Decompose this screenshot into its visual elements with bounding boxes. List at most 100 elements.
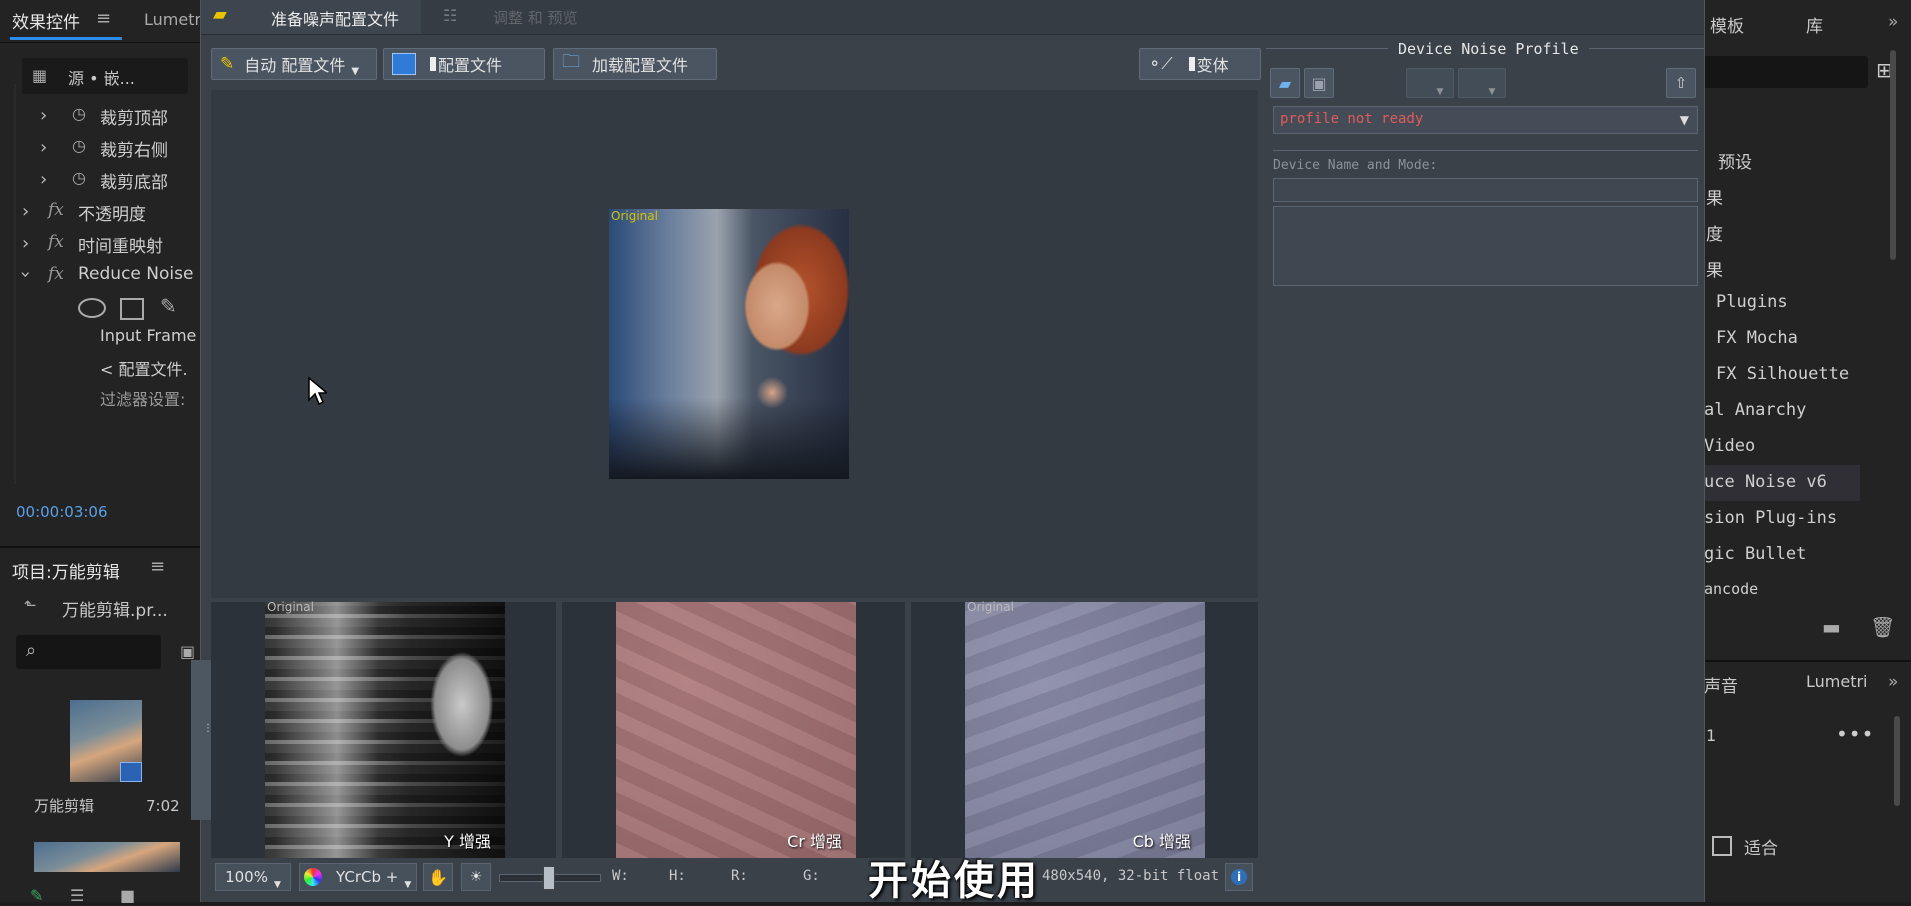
scrollbar[interactable] [1890, 50, 1896, 260]
stopwatch-icon[interactable]: ◷ [72, 136, 86, 155]
stopwatch-icon[interactable]: ◷ [72, 104, 86, 123]
effects-item[interactable]: ancode [1704, 580, 1758, 598]
effects-item[interactable]: 果 [1706, 184, 1723, 209]
profile-file-label[interactable]: < 配置文件. [100, 356, 188, 380]
cb-channel-strip[interactable]: Original Cb 增强 [911, 600, 1258, 858]
tab-prepare-noise-profile[interactable]: ▰ 准备噪声配置文件 [201, 0, 421, 34]
folder-open-icon: ▰ [1278, 73, 1292, 93]
save-profile-button[interactable]: ▣ [1304, 68, 1334, 98]
pan-tool-button[interactable]: ✋ [423, 863, 453, 891]
effects-item[interactable]: sion Plug-ins [1704, 508, 1837, 528]
ellipse-mask-icon[interactable] [78, 298, 106, 318]
profile-tools-button[interactable]: ▼ [1458, 68, 1506, 98]
variant-button[interactable]: ⚬⟋ 变体 [1139, 48, 1261, 80]
info-button[interactable]: i [1225, 863, 1253, 891]
trash-icon[interactable]: 🗑 [1870, 615, 1895, 639]
chevron-right-icon[interactable]: › [22, 233, 29, 254]
search-input[interactable]: ⌕ [16, 635, 161, 669]
load-profile-button[interactable]: 🗀 加载配置文件 [553, 48, 717, 80]
overflow-icon[interactable]: » [1888, 672, 1898, 692]
active-tab-indicator [10, 37, 122, 40]
effects-item[interactable]: Plugins [1716, 292, 1788, 312]
clip-thumbnail[interactable] [34, 842, 180, 872]
folder-up-icon[interactable]: ⬑ [24, 596, 37, 614]
more-icon[interactable]: ••• [1836, 722, 1874, 746]
effect-opacity[interactable]: 不透明度 [78, 200, 146, 225]
effects-item-reduce-noise[interactable]: uce Noise v6 [1704, 472, 1827, 492]
effects-search-input[interactable] [1700, 56, 1868, 88]
chevron-right-icon[interactable]: › [40, 169, 47, 190]
bin-icon[interactable]: ▣ [180, 642, 195, 661]
chevron-right-icon[interactable]: › [40, 137, 47, 158]
zoom-value: 100% [225, 868, 268, 886]
timecode[interactable]: 00:00:03:06 [16, 503, 108, 521]
scrollbar[interactable] [1894, 716, 1900, 806]
rectangle-mask-icon[interactable] [120, 298, 144, 320]
tab-sound[interactable]: 声音 [1704, 672, 1738, 697]
colorspace-select[interactable]: YCrCb + ▼ [299, 863, 417, 891]
tab-lumetri[interactable]: Lumetri [144, 10, 206, 29]
open-profile-button[interactable]: ▰ [1270, 68, 1300, 98]
tab-templates[interactable]: 模板 [1710, 12, 1744, 37]
overflow-icon[interactable]: » [1888, 12, 1898, 32]
tab-libraries[interactable]: 库 [1806, 12, 1823, 37]
cr-channel-strip[interactable]: Cr 增强 [562, 602, 905, 858]
lower-value: 1 [1706, 726, 1717, 745]
tab-effect-controls[interactable]: 效果控件 [12, 8, 80, 33]
chevron-right-icon[interactable]: › [22, 201, 29, 222]
effects-item[interactable]: 果 [1706, 256, 1723, 281]
fit-checkbox[interactable] [1712, 836, 1732, 856]
profile-button[interactable]: 配置文件 [383, 48, 545, 80]
effects-item[interactable]: FX Mocha [1716, 328, 1798, 348]
effects-item[interactable]: Video [1704, 436, 1755, 456]
device-name-input[interactable] [1273, 178, 1698, 202]
dropdown-arrow-icon: ▼ [351, 66, 360, 77]
device-notes-textarea[interactable] [1273, 206, 1698, 286]
effects-item[interactable]: al Anarchy [1704, 400, 1806, 420]
stopwatch-icon[interactable]: ◷ [72, 168, 86, 187]
dropdown-arrow-icon: ▼ [1436, 87, 1444, 97]
tab-label: 调整 和 预览 [493, 9, 578, 27]
zoom-select[interactable]: 100% ▼ [215, 863, 291, 891]
cr-channel-image: Cr 增强 [616, 602, 856, 858]
clip-name: 万能剪辑 [34, 797, 95, 815]
profile-action-button[interactable]: ▼ [1406, 68, 1454, 98]
effect-controls-tabbar: 效果控件 ≡ Lumetri [0, 0, 206, 43]
channel-label: Cb 增强 [1132, 832, 1191, 851]
dropdown-arrow-icon: ▼ [1488, 87, 1496, 97]
profile-select[interactable]: profile not ready ▼ [1273, 106, 1698, 134]
panel-menu-icon[interactable]: ≡ [150, 556, 165, 577]
project-title[interactable]: 项目:万能剪辑 [12, 558, 120, 583]
chevron-down-icon[interactable]: › [15, 271, 36, 278]
fx-icon: fx [48, 264, 64, 284]
effects-item[interactable]: 预设 [1718, 148, 1752, 173]
effect-time-remap[interactable]: 时间重映射 [78, 232, 163, 257]
panel-menu-icon[interactable]: ≡ [96, 8, 111, 29]
effects-item[interactable]: gic Bullet [1704, 544, 1806, 564]
chevron-right-icon[interactable]: › [40, 105, 47, 126]
pencil-icon[interactable]: ✎ [30, 886, 43, 905]
profile-status: profile not ready [1280, 111, 1424, 127]
auto-profile-button[interactable]: ✎ 自动 配置文件 ▼ [211, 48, 377, 80]
button-label: 加载配置文件 [592, 56, 689, 75]
effects-item[interactable]: FX Silhouette [1716, 364, 1849, 384]
pen-mask-icon[interactable]: ✎ [160, 294, 177, 318]
effect-reduce-noise[interactable]: Reduce Noise [78, 264, 193, 284]
tab-lumetri[interactable]: Lumetri [1806, 672, 1868, 691]
upload-profile-button[interactable]: ⇧ [1666, 68, 1696, 98]
channel-label: Cr 增强 [787, 832, 842, 851]
property-crop-right: 裁剪右侧 [100, 141, 168, 161]
effects-item[interactable]: 度 [1706, 220, 1723, 245]
original-label: Original [967, 600, 1014, 614]
icon-view-icon[interactable]: ■ [120, 886, 135, 905]
source-selector[interactable]: ▦ 源 • 嵌... [22, 58, 188, 94]
brightness-button[interactable]: ☀ [461, 863, 491, 891]
list-view-icon[interactable]: ☰ [70, 886, 84, 905]
height-readout: H: [669, 868, 686, 884]
folder-icon[interactable]: ▬ [1822, 615, 1841, 639]
slider-thumb[interactable] [543, 866, 555, 890]
y-channel-strip[interactable]: Original Y 增强 [211, 600, 556, 858]
main-preview-area[interactable]: Original [211, 90, 1258, 598]
tab-adjust-and-preview[interactable]: ☷ 调整 和 预览 [423, 0, 808, 34]
device-name-label: Device Name and Mode: [1273, 158, 1438, 173]
